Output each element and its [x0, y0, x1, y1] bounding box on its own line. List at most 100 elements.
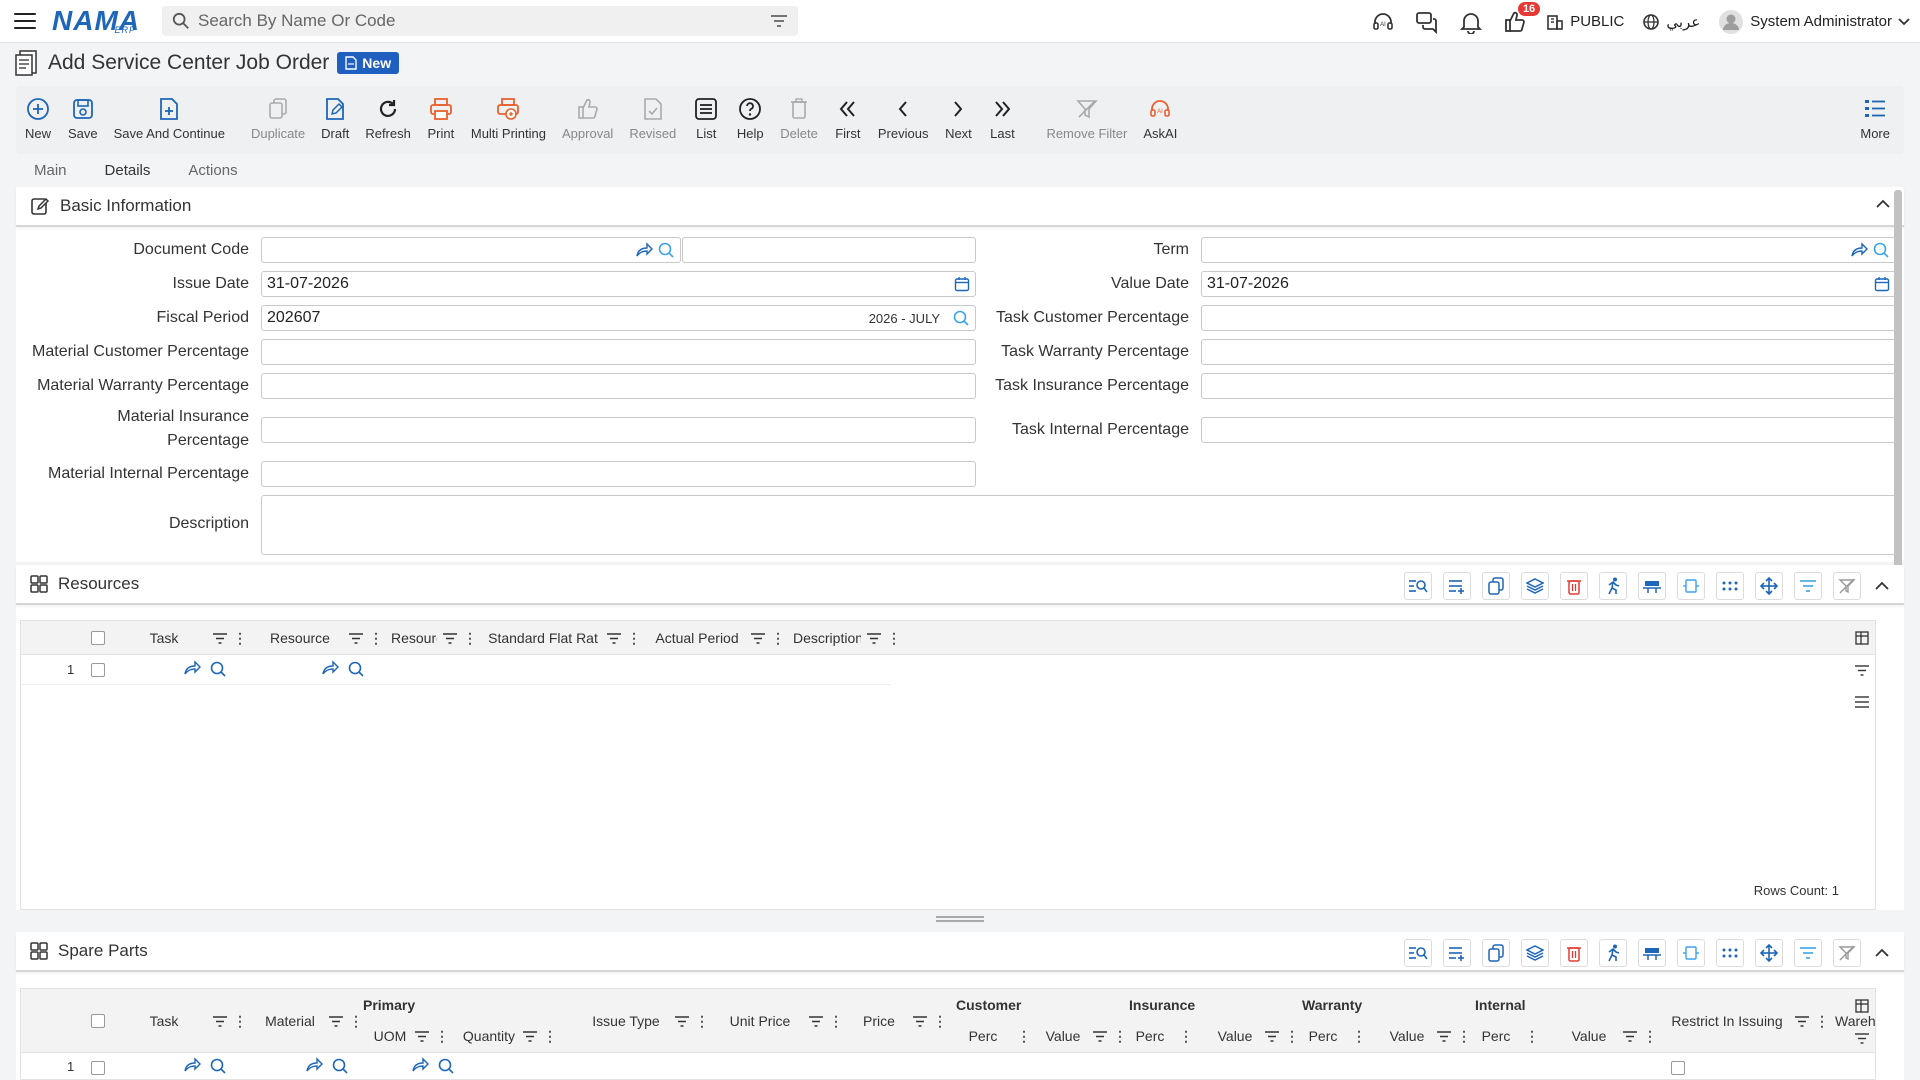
list-button[interactable]: List	[684, 96, 728, 141]
grid-search-icon[interactable]	[1404, 572, 1432, 600]
column-filter-icon[interactable]	[1265, 1030, 1279, 1042]
column-filter-icon[interactable]	[329, 1015, 343, 1027]
column-menu-icon[interactable]: ⋮	[233, 630, 247, 647]
restrict-in-issuing-checkbox[interactable]	[1671, 1061, 1685, 1075]
column-filter-icon[interactable]	[1437, 1030, 1451, 1042]
column-customer-value[interactable]: Value ⋮	[1039, 1021, 1131, 1051]
value-date-input[interactable]: 31-07-2026	[1201, 271, 1896, 297]
task-internal-percentage-input[interactable]	[1201, 417, 1896, 443]
column-menu-icon[interactable]: ⋮	[1525, 1028, 1539, 1045]
column-filter-icon[interactable]	[867, 632, 881, 644]
material-internal-percentage-input[interactable]	[261, 461, 976, 487]
column-issue-type[interactable]: Issue Type ⋮	[583, 1006, 713, 1036]
column-menu-icon[interactable]: ⋮	[829, 1013, 843, 1030]
column-menu-icon[interactable]: ⋮	[1113, 1028, 1127, 1045]
chat-icon[interactable]	[1414, 9, 1440, 35]
share-arrow-icon[interactable]	[183, 1057, 201, 1073]
delete-button[interactable]: Delete	[772, 96, 826, 141]
help-button[interactable]: Help	[728, 96, 772, 141]
multi-printing-button[interactable]: Multi Printing	[463, 96, 554, 141]
basic-information-header[interactable]: Basic Information	[16, 187, 1904, 227]
search-lookup-icon[interactable]	[209, 660, 227, 678]
dots-grid-icon[interactable]	[1716, 572, 1744, 600]
column-filter-icon[interactable]	[1093, 1030, 1107, 1042]
column-filter-icon[interactable]	[349, 632, 363, 644]
expand-columns-icon[interactable]	[1677, 572, 1705, 600]
table-row[interactable]: 1	[21, 655, 891, 685]
next-button[interactable]: Next	[936, 96, 980, 141]
column-price[interactable]: Price ⋮	[851, 1006, 951, 1036]
share-arrow-icon[interactable]	[1850, 242, 1868, 258]
column-menu-icon[interactable]: ⋮	[1285, 1028, 1299, 1045]
term-input[interactable]	[1201, 237, 1896, 263]
share-arrow-icon[interactable]	[183, 660, 201, 676]
material-customer-percentage-input[interactable]	[261, 339, 976, 365]
column-menu-icon[interactable]: ⋮	[463, 630, 477, 647]
expand-columns-icon[interactable]	[1677, 939, 1705, 967]
search-lookup-icon[interactable]	[347, 660, 365, 678]
column-unit-price[interactable]: Unit Price ⋮	[717, 1006, 847, 1036]
logo[interactable]: NAMA ERP	[52, 7, 140, 36]
print-button[interactable]: Print	[419, 96, 463, 141]
company-selector[interactable]: PUBLIC	[1546, 13, 1624, 31]
search-lookup-icon[interactable]	[209, 1057, 227, 1075]
column-menu-icon[interactable]: ⋮	[887, 630, 901, 647]
language-switch[interactable]: عربي	[1642, 13, 1700, 31]
column-menu-icon[interactable]: ⋮	[1179, 1028, 1193, 1045]
task-warranty-percentage-input[interactable]	[1201, 339, 1896, 365]
column-warranty-perc[interactable]: Perc ⋮	[1300, 1021, 1370, 1051]
document-code-input[interactable]	[261, 237, 681, 263]
previous-button[interactable]: Previous	[870, 96, 937, 141]
delete-rows-icon[interactable]	[1560, 572, 1588, 600]
description-textarea[interactable]	[261, 495, 1896, 555]
global-search[interactable]: Search By Name Or Code	[162, 6, 798, 36]
move-icon[interactable]	[1755, 572, 1783, 600]
column-menu-icon[interactable]: ⋮	[1352, 1028, 1366, 1045]
grid-search-icon[interactable]	[1404, 939, 1432, 967]
ai-headset-icon[interactable]: AI	[1370, 9, 1396, 35]
column-resource[interactable]: Resource ⋮	[257, 621, 387, 655]
filter-icon[interactable]	[1855, 665, 1869, 676]
delete-rows-icon[interactable]	[1560, 939, 1588, 967]
column-menu-icon[interactable]: ⋮	[435, 1028, 449, 1045]
more-button[interactable]: More	[1852, 96, 1898, 141]
select-all-checkbox[interactable]	[91, 631, 105, 645]
chevron-up-icon[interactable]	[1872, 572, 1892, 600]
dots-grid-icon[interactable]	[1716, 939, 1744, 967]
filter-lines-icon[interactable]	[1794, 939, 1822, 967]
menu-icon[interactable]	[14, 13, 36, 29]
add-row-icon[interactable]	[1443, 939, 1471, 967]
search-input[interactable]: Search By Name Or Code	[198, 11, 770, 31]
column-filter-icon[interactable]	[913, 1015, 927, 1027]
column-menu-icon[interactable]: ⋮	[543, 1028, 557, 1045]
column-task[interactable]: Task ⋮	[121, 621, 251, 655]
bell-icon[interactable]	[1458, 9, 1484, 35]
table-settings-icon[interactable]	[1855, 631, 1869, 645]
search-lookup-icon[interactable]	[1872, 241, 1890, 259]
column-menu-icon[interactable]: ⋮	[771, 630, 785, 647]
material-warranty-percentage-input[interactable]	[261, 373, 976, 399]
column-menu-icon[interactable]: ⋮	[933, 1013, 947, 1030]
chevron-up-icon[interactable]	[1876, 199, 1890, 209]
copy-rows-icon[interactable]	[1482, 939, 1510, 967]
filter-off-icon[interactable]	[1833, 939, 1861, 967]
column-filter-icon[interactable]	[523, 1030, 537, 1042]
column-filter-icon[interactable]	[1623, 1030, 1637, 1042]
column-standard-flat-rate[interactable]: Standard Flat Rat ⋮	[485, 621, 645, 655]
chevron-up-icon[interactable]	[1872, 939, 1892, 967]
column-customer-perc[interactable]: Perc ⋮	[955, 1021, 1035, 1051]
material-insurance-percentage-input[interactable]	[261, 417, 976, 443]
issue-date-input[interactable]: 31-07-2026	[261, 271, 976, 297]
approval-button[interactable]: Approval	[554, 96, 621, 141]
search-lookup-icon[interactable]	[657, 241, 675, 259]
draft-button[interactable]: Draft	[313, 96, 357, 141]
tab-details[interactable]: Details	[98, 160, 157, 189]
revised-button[interactable]: Revised	[621, 96, 684, 141]
column-restrict-in-issuing[interactable]: Restrict In Issuing ⋮	[1665, 1006, 1833, 1036]
column-insurance-perc[interactable]: Perc ⋮	[1127, 1021, 1197, 1051]
fiscal-period-input[interactable]: 202607 2026 - JULY	[261, 305, 976, 331]
column-warranty-value[interactable]: Value ⋮	[1383, 1021, 1475, 1051]
calendar-icon[interactable]	[1874, 276, 1890, 292]
column-resource-name[interactable]: Resourc ⋮	[391, 621, 481, 655]
thumbs-up-icon[interactable]: 16	[1502, 1, 1541, 35]
